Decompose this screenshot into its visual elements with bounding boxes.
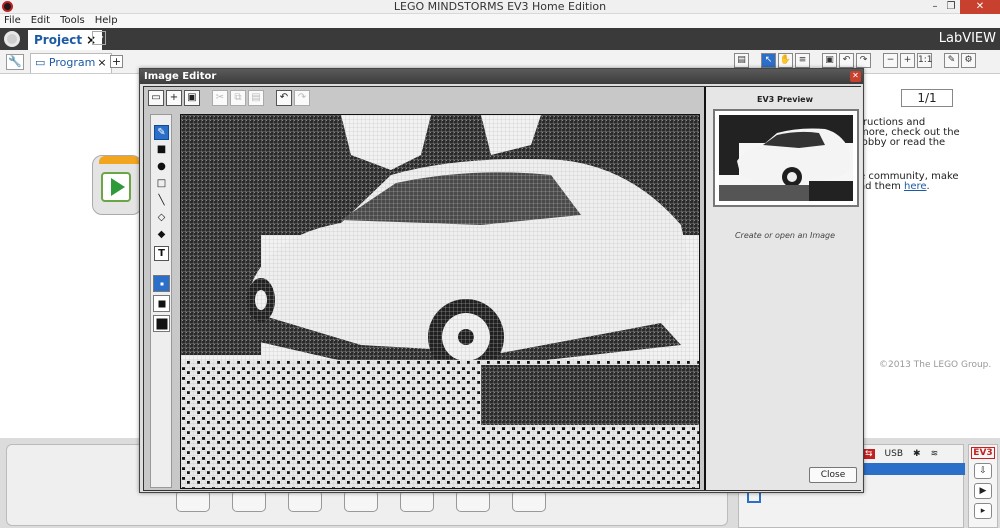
filled-rectangle-icon[interactable]: ■	[154, 143, 169, 158]
save-icon[interactable]: ▣	[822, 53, 837, 68]
pencil-icon[interactable]: ✎	[154, 125, 169, 140]
palette-block[interactable]	[288, 490, 322, 512]
palette-block[interactable]	[176, 490, 210, 512]
preview-thumbnail	[719, 115, 853, 201]
labview-logo: LabVIEW	[938, 31, 996, 46]
lobby-text-line: lobby or read the	[859, 137, 946, 148]
preview-hint: Create or open an Image	[734, 231, 836, 240]
wrench-icon[interactable]: 🔧	[6, 54, 24, 70]
image-editor-title: Image Editor	[144, 71, 217, 82]
copyright-text: ©2013 The LEGO Group.	[879, 360, 992, 370]
image-editor-toolbar: ▭ + ▣ ✂ ⧉ ▤ ↶ ↷	[148, 90, 310, 106]
window-title: LEGO MINDSTORMS EV3 Home Edition	[393, 0, 607, 13]
menu-file[interactable]: File	[4, 14, 21, 28]
close-dialog-icon[interactable]: ✕	[850, 71, 861, 82]
add-project-button[interactable]: +	[92, 31, 106, 45]
open-icon[interactable]: ▭	[148, 90, 164, 106]
pen-size-large[interactable]	[153, 315, 170, 332]
zoom-in-icon[interactable]: +	[900, 53, 915, 68]
palette-block[interactable]	[512, 490, 546, 512]
connection-types: ⇆ USB ✱ ≋	[863, 449, 938, 459]
content-editor-panel: 1/1 tructions and more, check out the lo…	[858, 80, 1000, 380]
bluetooth-icon[interactable]: ✱	[913, 449, 921, 459]
edit-pencil-icon[interactable]: ✎	[944, 53, 959, 68]
start-block-top	[99, 156, 139, 164]
canvas-toolbar: ▤ ↖ ✋ ≡ ▣ ↶ ↷ − + 1:1 ✎ ⚙	[734, 53, 976, 68]
new-image-icon[interactable]: +	[166, 90, 182, 106]
redo-icon[interactable]: ↷	[856, 53, 871, 68]
tab-project-label: Project	[34, 33, 83, 47]
add-program-button[interactable]: +	[110, 55, 123, 68]
usb-label[interactable]: USB	[885, 449, 903, 459]
line-icon[interactable]: ╲	[154, 194, 169, 209]
lobby-text-period: .	[926, 181, 930, 192]
select-pointer-icon[interactable]: ↖	[761, 53, 776, 68]
close-window-button[interactable]: ✕	[960, 0, 1000, 14]
fill-icon[interactable]: ◇	[154, 211, 169, 226]
preview-frame	[713, 109, 859, 207]
image-editor-title-bar: Image Editor ✕	[140, 69, 863, 84]
pixel-art-image	[181, 115, 699, 488]
palette-block-row	[176, 490, 546, 512]
eraser-icon[interactable]: ◆	[154, 228, 169, 243]
preview-title: EV3 Preview	[756, 95, 813, 104]
pen-size-medium[interactable]	[153, 295, 170, 312]
pan-hand-icon[interactable]: ✋	[778, 53, 793, 68]
maximize-button[interactable]: ❐	[942, 0, 960, 14]
menu-tools[interactable]: Tools	[60, 14, 85, 28]
close-button[interactable]: Close	[809, 467, 857, 483]
run-selected-icon[interactable]: ▸	[974, 503, 992, 519]
download-run-icon[interactable]: ▶	[974, 483, 992, 499]
filled-ellipse-icon[interactable]: ●	[154, 160, 169, 175]
paste-icon[interactable]: ▤	[248, 90, 264, 106]
page-number-field[interactable]: 1/1	[901, 89, 953, 107]
menu-bar: File Edit Tools Help	[0, 14, 1000, 28]
lobby-text: ad them	[859, 181, 904, 192]
save-image-icon[interactable]: ▣	[184, 90, 200, 106]
comment-icon[interactable]: ≡	[795, 53, 810, 68]
tab-program[interactable]: ▭ Program ×	[30, 53, 112, 73]
pen-size-small[interactable]	[153, 275, 170, 292]
tab-program-label: Program	[48, 56, 96, 69]
content-editor-icon[interactable]: ▤	[734, 53, 749, 68]
text-tool-icon[interactable]: T	[154, 246, 169, 261]
download-icon[interactable]: ⇩	[974, 463, 992, 479]
zoom-out-icon[interactable]: −	[883, 53, 898, 68]
redo-icon[interactable]: ↷	[294, 90, 310, 106]
play-icon[interactable]	[101, 172, 131, 202]
window-title-bar: LEGO MINDSTORMS EV3 Home Edition – ❐ ✕	[0, 0, 1000, 14]
palette-block[interactable]	[232, 490, 266, 512]
ev3-controls: EV3 ⇩ ▶ ▸	[968, 444, 998, 528]
connect-icon[interactable]: ⇆	[863, 449, 875, 459]
lobby-text-line: ad them here.	[859, 182, 1000, 192]
drawing-tools: ✎ ■ ● □ ╲ ◇ ◆ T	[150, 114, 172, 488]
cut-icon[interactable]: ✂	[212, 90, 228, 106]
ev3-preview-panel: EV3 Preview Create or open an Image Clos…	[704, 87, 862, 490]
copy-icon[interactable]: ⧉	[230, 90, 246, 106]
palette-block[interactable]	[400, 490, 434, 512]
menu-help[interactable]: Help	[95, 14, 118, 28]
undo-icon[interactable]: ↶	[839, 53, 854, 68]
lobby-link-here[interactable]: here	[904, 181, 927, 192]
image-pixel-canvas[interactable]	[180, 114, 700, 489]
undo-icon[interactable]: ↶	[276, 90, 292, 106]
settings-icon[interactable]: ⚙	[961, 53, 976, 68]
menu-edit[interactable]: Edit	[31, 14, 50, 28]
palette-block[interactable]	[344, 490, 378, 512]
start-block[interactable]	[92, 155, 142, 215]
image-editor-dialog: Image Editor ✕ ▭ + ▣ ✂ ⧉ ▤ ↶ ↷ ✎ ■ ● □ ╲…	[139, 68, 864, 493]
image-editor-body: ▭ + ▣ ✂ ⧉ ▤ ↶ ↷ ✎ ■ ● □ ╲ ◇ ◆ T EV3 Prev…	[143, 86, 862, 491]
palette-block[interactable]	[456, 490, 490, 512]
tab-project[interactable]: Project ×	[28, 30, 103, 50]
rectangle-icon[interactable]: □	[154, 177, 169, 192]
project-properties-gear-icon[interactable]	[4, 31, 20, 47]
wifi-icon[interactable]: ≋	[931, 449, 939, 459]
ev3-label: EV3	[971, 447, 995, 459]
zoom-reset-button[interactable]: 1:1	[917, 53, 932, 68]
close-program-icon[interactable]: ×	[97, 56, 106, 69]
program-icon: ▭	[35, 56, 46, 69]
project-bar: Project × + LabVIEW	[0, 28, 1000, 50]
